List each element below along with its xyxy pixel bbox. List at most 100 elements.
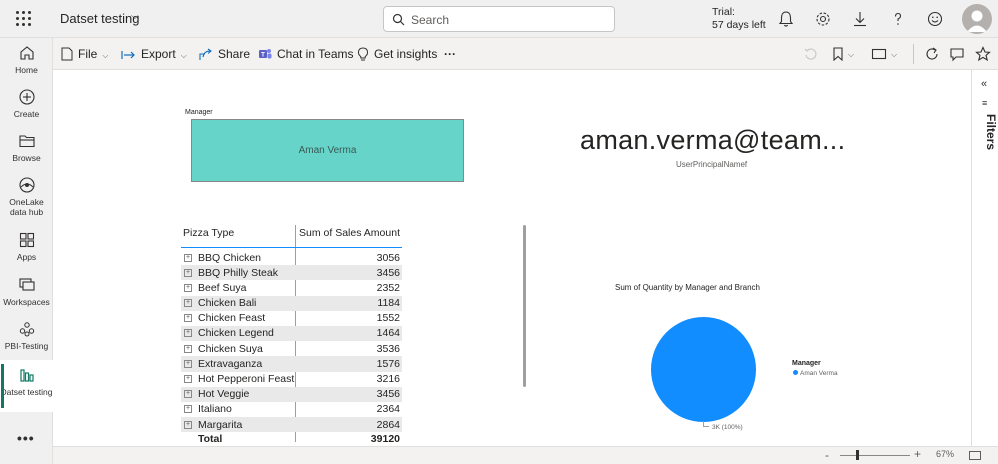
nav-item-workspaces[interactable]: Workspaces: [0, 276, 53, 307]
nav-item-browse[interactable]: Browse: [0, 132, 53, 163]
browse-icon: [18, 135, 35, 148]
fit-to-page-icon[interactable]: [969, 451, 981, 460]
expand-icon[interactable]: +: [184, 329, 192, 338]
expand-icon[interactable]: +: [184, 344, 192, 353]
left-nav: Home Create Browse OneLake data hub Apps…: [0, 38, 53, 464]
home-icon: [19, 46, 34, 60]
nav-label: Workspaces: [3, 297, 50, 307]
view-icon[interactable]: [871, 46, 887, 62]
create-icon: [18, 89, 35, 105]
bookmark-icon[interactable]: [830, 46, 846, 62]
chevron-down-icon[interactable]: ⌵: [848, 47, 854, 63]
legend-title: Manager: [792, 360, 821, 367]
column-header-sales[interactable]: Sum of Sales Amount: [299, 227, 400, 239]
search-icon: [392, 13, 405, 26]
nav-label: Browse: [12, 153, 41, 163]
nav-item-create[interactable]: Create: [0, 88, 53, 119]
avatar[interactable]: [962, 4, 992, 34]
table-row: + BBQ Chicken 3056: [181, 250, 402, 265]
legend-item[interactable]: Aman Verma: [793, 370, 838, 377]
expand-icon[interactable]: +: [184, 314, 192, 323]
table-row: + Chicken Bali 1184: [181, 295, 402, 311]
filter-icon: ≡: [982, 98, 988, 108]
row-name: Italiano: [198, 403, 232, 416]
search-placeholder: Search: [411, 13, 450, 27]
file-menu-button[interactable]: File ⌵: [61, 46, 108, 62]
table-scrollbar[interactable]: [523, 225, 526, 387]
pie-slice-aman-verma[interactable]: [651, 317, 756, 422]
expand-icon[interactable]: +: [184, 299, 192, 308]
nav-item-pbi-testing[interactable]: PBI-Testing: [0, 320, 53, 351]
table-row: + Chicken Legend 1464: [181, 325, 402, 342]
zoom-in-button[interactable]: +: [914, 447, 921, 461]
trial-days: 57 days left: [712, 19, 766, 31]
file-icon: [61, 47, 73, 61]
nav-item-onelake[interactable]: OneLake data hub: [0, 176, 53, 217]
expand-icon[interactable]: +: [184, 390, 192, 399]
export-menu-button[interactable]: Export ⌵: [121, 46, 187, 62]
more-options-button[interactable]: ···: [444, 46, 456, 62]
chat-in-teams-button[interactable]: T Chat in Teams: [258, 46, 353, 62]
legend-dot-icon: [793, 370, 798, 375]
row-name: Chicken Suya: [198, 342, 263, 355]
expand-icon[interactable]: +: [184, 253, 192, 262]
row-value: 2864: [376, 418, 400, 431]
zoom-slider[interactable]: [840, 455, 910, 456]
legend-item-label: Aman Verma: [800, 370, 838, 377]
search-input[interactable]: Search: [383, 6, 615, 32]
nav-label: Home: [15, 65, 38, 75]
row-name: Hot Veggie: [198, 388, 250, 401]
help-icon[interactable]: [889, 10, 907, 28]
expand-icon[interactable]: +: [184, 268, 192, 277]
expand-icon[interactable]: +: [184, 359, 192, 368]
filters-pane[interactable]: « ≡ Filters: [971, 70, 998, 446]
nav-item-datset-testing[interactable]: Datset testing: [0, 360, 53, 412]
nav-item-apps[interactable]: Apps: [0, 231, 53, 262]
star-icon[interactable]: [975, 46, 991, 62]
pie-leader-line: [703, 421, 709, 427]
more-icon[interactable]: •••: [17, 430, 35, 446]
row-name: Chicken Bali: [198, 297, 257, 310]
nav-label: Create: [13, 109, 40, 119]
get-insights-button[interactable]: Get insights: [357, 46, 437, 62]
top-bar: Datset testing ⌵ Search Trial: 57 days l…: [0, 0, 998, 38]
nav-item-home[interactable]: Home: [0, 44, 53, 75]
expand-icon[interactable]: +: [184, 283, 192, 292]
share-icon: [199, 48, 212, 60]
share-button[interactable]: Share: [199, 46, 250, 62]
zoom-out-button[interactable]: -: [825, 448, 829, 462]
svg-text:T: T: [261, 52, 265, 59]
expand-icon[interactable]: +: [184, 375, 192, 383]
expand-icon[interactable]: +: [184, 405, 192, 414]
zoom-slider-thumb[interactable]: [856, 450, 859, 460]
status-bar: - + 67%: [53, 446, 998, 464]
teams-icon: T: [259, 49, 272, 59]
feedback-smiley-icon[interactable]: [926, 10, 944, 28]
table-row: + Italiano 2364: [181, 402, 402, 417]
download-icon[interactable]: [851, 10, 869, 28]
chevron-down-icon[interactable]: ⌵: [891, 47, 897, 63]
refresh-icon[interactable]: [924, 46, 940, 62]
total-value: 39120: [370, 433, 400, 446]
chat-label: Chat in Teams: [277, 47, 354, 61]
collapse-icon[interactable]: «: [981, 78, 987, 90]
toolbar-divider: [913, 44, 914, 64]
manager-slicer[interactable]: Aman Verma: [191, 119, 464, 182]
sales-table[interactable]: Pizza Type Sum of Sales Amount + BBQ Chic…: [181, 225, 402, 447]
reset-icon[interactable]: [803, 46, 819, 62]
table-row: + Chicken Feast 1552: [181, 311, 402, 326]
expand-icon[interactable]: +: [184, 420, 192, 429]
app-launcher-icon[interactable]: [16, 11, 32, 27]
workspace-title[interactable]: Datset testing: [60, 11, 140, 26]
column-header-pizza-type[interactable]: Pizza Type: [183, 227, 234, 239]
workspaces-icon: [18, 278, 35, 291]
row-name: Extravaganza: [198, 357, 263, 370]
nav-label: OneLake data hub: [9, 197, 44, 217]
comment-icon[interactable]: [949, 46, 965, 62]
gear-icon[interactable]: [814, 10, 832, 28]
filters-label[interactable]: Filters: [974, 114, 998, 150]
bell-icon[interactable]: [777, 10, 795, 28]
onelake-icon: [18, 177, 35, 193]
row-name: Beef Suya: [198, 281, 247, 294]
chevron-down-icon[interactable]: ⌵: [131, 11, 139, 22]
